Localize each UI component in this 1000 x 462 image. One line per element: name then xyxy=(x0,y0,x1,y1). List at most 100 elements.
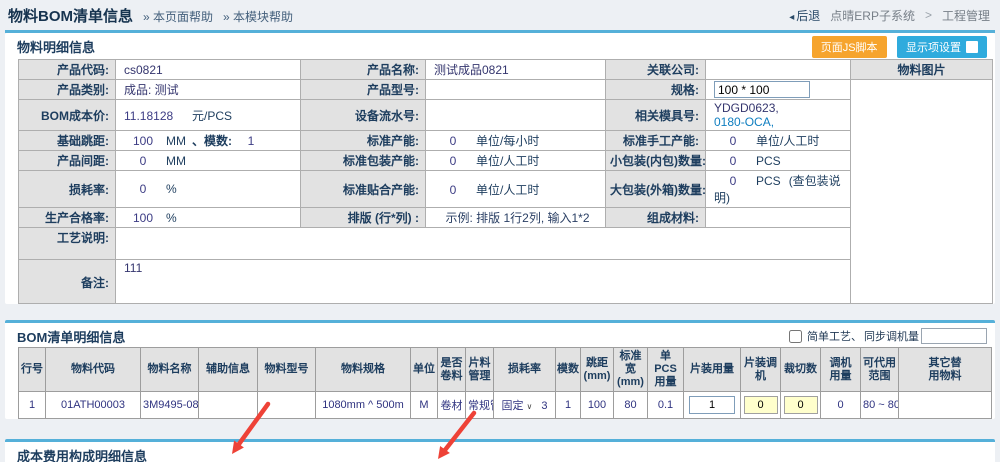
std-manual-capacity-unit: 单位/人工时 xyxy=(756,134,819,148)
bom-pitch: 100 xyxy=(581,392,614,419)
bom-material-code[interactable]: 01ATH00003 xyxy=(46,392,141,419)
display-settings-toggle[interactable] xyxy=(966,41,978,53)
value-large-package-qty: 0PCS(查包装说明) xyxy=(706,171,851,208)
page-help-link[interactable]: » 本页面帮助 xyxy=(143,8,213,25)
simple-process-checkbox[interactable] xyxy=(789,330,802,343)
bom-sheet-mgmt: 常规管理 xyxy=(466,392,494,419)
bom-options: 简单工艺、 同步调机量 xyxy=(789,328,987,344)
label-product-name: 产品名称: xyxy=(301,60,426,80)
form-row-2: 产品类别: 成品: 测试 产品型号: 规格: xyxy=(19,80,993,100)
label-specification: 规格: xyxy=(606,80,706,100)
breadcrumb-separator: > xyxy=(925,8,932,22)
bom-is-roll: 卷材 xyxy=(438,392,466,419)
bom-list-panel: BOM清单明细信息 简单工艺、 同步调机量 行号 物料代码 物料名称 辅助信息 … xyxy=(5,320,995,419)
form-row-8: 工艺说明: xyxy=(19,228,993,260)
label-product-code: 产品代码: xyxy=(19,60,116,80)
mold-number-2-link[interactable]: 0180-OCA, xyxy=(714,115,846,129)
label-std-manual-capacity: 标准手工产能: xyxy=(606,131,706,151)
bom-std-width: 80 xyxy=(614,392,648,419)
form-row-5: 产品间距: 0MM 标准包装产能: 0单位/人工时 小包装(内包)数量: 0PC… xyxy=(19,151,993,171)
col-header-sheet-mgmt: 片料 管理 xyxy=(466,348,494,392)
col-header-adjust-usage: 调机 用量 xyxy=(821,348,861,392)
label-bom-cost-price: BOM成本价: xyxy=(19,100,116,131)
module-help-link[interactable]: » 本模块帮助 xyxy=(223,8,293,25)
pass-rate-unit: % xyxy=(166,211,177,225)
topbar: 物料BOM清单信息 » 本页面帮助 » 本模块帮助 ◂后退 点晴ERP子系统 >… xyxy=(0,0,1000,30)
large-package-qty-number: 0 xyxy=(714,174,752,188)
back-button[interactable]: ◂后退 xyxy=(789,7,820,24)
value-base-pitch: 100MM、模数:1 xyxy=(116,131,301,151)
col-header-other-materials: 其它替 用物料 xyxy=(899,348,992,392)
label-std-laminating-capacity: 标准贴合产能: xyxy=(301,171,426,208)
material-image-cell: 物料图片 xyxy=(851,60,993,304)
topbar-left: 物料BOM清单信息 » 本页面帮助 » 本模块帮助 xyxy=(8,5,293,26)
panel-buttons: 页面JS脚本 显示项设置 xyxy=(812,36,987,58)
bom-unit: M xyxy=(411,392,438,419)
chevron-down-icon: ∨ xyxy=(527,402,533,411)
cost-panel: 成本费用构成明细信息 行号 费用科目 金额 (元/单位) 备注 1 原材料费用 … xyxy=(5,439,995,462)
display-settings-button[interactable]: 显示项设置 xyxy=(897,36,987,58)
col-header-std-width: 标准宽 (mm) xyxy=(614,348,648,392)
std-laminating-capacity-number: 0 xyxy=(434,183,472,197)
label-large-package-qty: 大包装(外箱)数量: xyxy=(606,171,706,208)
value-loss-rate: 0% xyxy=(116,171,301,208)
bom-aux-info xyxy=(199,392,258,419)
back-arrow-icon: ◂ xyxy=(789,12,794,23)
label-remark: 备注: xyxy=(19,260,116,304)
value-related-company xyxy=(706,60,851,80)
bom-cut-count-cell xyxy=(781,392,821,419)
form-row-3: BOM成本价: 11.18128元/PCS 设备流水号: 相关模具号: YDGD… xyxy=(19,100,993,131)
label-pass-rate: 生产合格率: xyxy=(19,208,116,228)
col-header-is-roll: 是否 卷料 xyxy=(438,348,466,392)
label-loss-rate: 损耗率: xyxy=(19,171,116,208)
value-product-code: cs0821 xyxy=(116,60,301,80)
product-spacing-number: 0 xyxy=(124,154,162,168)
sheet-adjust-input[interactable] xyxy=(744,396,778,414)
col-header-sheet-usage: 片装用量 xyxy=(684,348,741,392)
breadcrumb-module[interactable]: 工程管理 xyxy=(942,7,990,24)
cut-count-input[interactable] xyxy=(784,396,818,414)
col-header-mold-count: 模数 xyxy=(556,348,581,392)
layout-hint-text: 示例: 排版 1行2列, 输入1*2 xyxy=(434,209,601,226)
loss-type-select[interactable]: 固定∨ xyxy=(502,400,533,412)
value-related-mold: YDGD0623, 0180-OCA, xyxy=(706,100,851,131)
mold-number-1: YDGD0623, xyxy=(714,101,846,115)
bom-mold-count: 1 xyxy=(556,392,581,419)
col-header-material-model: 物料型号 xyxy=(258,348,316,392)
sync-adjust-label: 同步调机量 xyxy=(864,328,919,344)
bom-per-pcs-usage: 0.1 xyxy=(648,392,684,419)
pass-rate-number: 100 xyxy=(124,211,162,225)
bom-header-row: 行号 物料代码 物料名称 辅助信息 物料型号 物料规格 单位 是否 卷料 片料 … xyxy=(19,348,992,392)
value-layout-hint: 示例: 排版 1行2列, 输入1*2 xyxy=(426,208,606,228)
value-product-spacing: 0 MM xyxy=(116,151,301,171)
loss-rate-number: 0 xyxy=(124,182,162,196)
bom-table: 行号 物料代码 物料名称 辅助信息 物料型号 物料规格 单位 是否 卷料 片料 … xyxy=(18,347,992,419)
sheet-usage-input[interactable] xyxy=(689,396,735,414)
bom-material-spec: 1080mm ^ 500m xyxy=(316,392,411,419)
value-bom-cost-price: 11.18128元/PCS xyxy=(116,100,301,131)
value-small-package-qty: 0PCS xyxy=(706,151,851,171)
page-js-script-button[interactable]: 页面JS脚本 xyxy=(812,36,887,58)
col-header-material-code: 物料代码 xyxy=(46,348,141,392)
breadcrumb-system[interactable]: 点晴ERP子系统 xyxy=(830,7,915,24)
cost-titlebar: 成本费用构成明细信息 xyxy=(5,442,995,462)
value-std-manual-capacity: 0单位/人工时 xyxy=(706,131,851,151)
material-detail-titlebar: 物料明细信息 页面JS脚本 显示项设置 xyxy=(5,33,995,59)
std-capacity-number: 0 xyxy=(434,134,472,148)
std-packing-capacity-number: 0 xyxy=(434,154,472,168)
product-spacing-unit: MM xyxy=(166,154,186,168)
form-row-7: 生产合格率: 100% 排版 (行*列) : 示例: 排版 1行2列, 输入1*… xyxy=(19,208,993,228)
label-base-pitch: 基础跳距: xyxy=(19,131,116,151)
base-pitch-number: 100 xyxy=(124,134,162,148)
label-std-capacity: 标准产能: xyxy=(301,131,426,151)
form-row-9: 备注: 111 xyxy=(19,260,993,304)
panel-gap-2 xyxy=(0,427,1000,439)
label-device-serial: 设备流水号: xyxy=(301,100,426,131)
specification-input[interactable] xyxy=(714,81,810,98)
panel-gap-1 xyxy=(0,310,1000,320)
sync-adjust-input[interactable] xyxy=(921,328,987,344)
bom-adjust-usage: 0 xyxy=(821,392,861,419)
label-layout: 排版 (行*列) : xyxy=(301,208,426,228)
bom-other-materials xyxy=(899,392,992,419)
base-pitch-unit: MM xyxy=(166,134,186,148)
